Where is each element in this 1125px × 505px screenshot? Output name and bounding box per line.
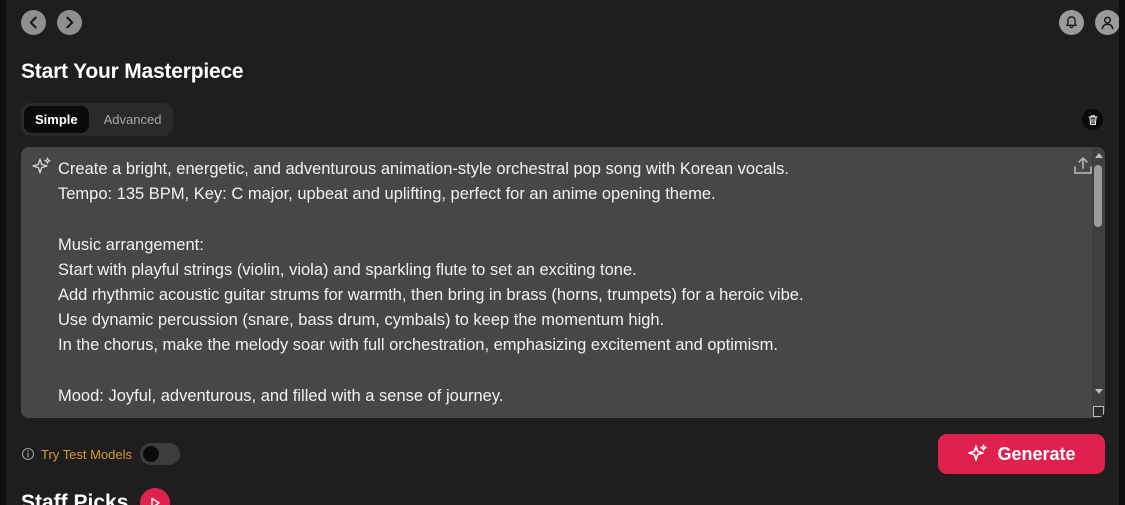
prompt-line: Create a bright, energetic, and adventur… bbox=[58, 160, 789, 178]
test-models-label: Try Test Models bbox=[41, 446, 133, 462]
prompt-textarea[interactable]: Create a bright, energetic, and adventur… bbox=[21, 147, 1105, 418]
resize-handle[interactable] bbox=[1093, 406, 1104, 417]
back-button[interactable] bbox=[21, 10, 46, 35]
staff-picks-play-button[interactable] bbox=[140, 488, 171, 505]
prompt-line: Tempo: 135 BPM, Key: C major, upbeat and… bbox=[58, 185, 716, 204]
prompt-line bbox=[58, 207, 1068, 232]
generate-button[interactable]: Generate bbox=[938, 434, 1105, 474]
notifications-button[interactable] bbox=[1059, 10, 1084, 35]
prompt-line: Use dynamic percussion (snare, bass drum… bbox=[58, 311, 665, 330]
scrollbar-thumb[interactable] bbox=[1094, 165, 1102, 227]
sparkle-icon bbox=[968, 444, 988, 461]
prompt-line: In the chorus, make the melody soar with… bbox=[58, 336, 778, 355]
generate-label: Generate bbox=[997, 443, 1076, 464]
play-icon bbox=[151, 497, 161, 505]
tab-simple[interactable]: Simple bbox=[24, 106, 89, 133]
test-models-toggle[interactable] bbox=[140, 443, 181, 465]
chevron-left-icon bbox=[29, 16, 37, 29]
scroll-down-arrow-icon[interactable] bbox=[1095, 389, 1103, 394]
toggle-knob bbox=[143, 446, 160, 462]
user-icon bbox=[1101, 16, 1114, 30]
upload-icon[interactable] bbox=[1073, 155, 1093, 177]
clear-prompt-button[interactable] bbox=[1082, 109, 1103, 130]
forward-button[interactable] bbox=[57, 10, 82, 35]
chevron-right-icon bbox=[66, 16, 74, 29]
info-icon bbox=[21, 447, 35, 461]
mode-tabs: Simple Advanced bbox=[21, 103, 173, 136]
bell-icon bbox=[1066, 16, 1077, 29]
main-panel: Start Your Masterpiece Simple Advanced C… bbox=[6, 0, 1119, 505]
prompt-text: Create a bright, energetic, and adventur… bbox=[58, 157, 1068, 409]
tab-advanced[interactable]: Advanced bbox=[93, 106, 173, 133]
staff-picks-title: Staff Picks bbox=[21, 491, 129, 505]
staff-picks-header: Staff Picks bbox=[21, 488, 171, 505]
prompt-line: Music arrangement: bbox=[58, 235, 204, 254]
prompt-line: Add rhythmic acoustic guitar strums for … bbox=[58, 285, 804, 304]
test-models-row: Try Test Models bbox=[21, 443, 181, 465]
trash-icon bbox=[1088, 114, 1097, 125]
sparkle-icon bbox=[32, 157, 51, 174]
prompt-line: Mood: Joyful, adventurous, and filled wi… bbox=[58, 386, 504, 405]
page-title: Start Your Masterpiece bbox=[21, 60, 244, 83]
prompt-scrollbar[interactable] bbox=[1092, 147, 1105, 418]
scroll-up-arrow-icon[interactable] bbox=[1095, 153, 1103, 158]
prompt-line: Start with playful strings (violin, viol… bbox=[58, 260, 637, 279]
profile-button[interactable] bbox=[1095, 10, 1119, 35]
prompt-line bbox=[58, 359, 1068, 384]
